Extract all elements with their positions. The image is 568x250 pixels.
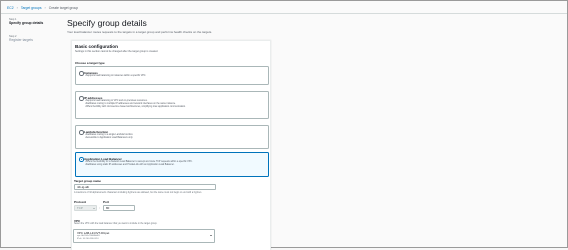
radio-instances[interactable] bbox=[79, 71, 84, 76]
port-label: Port bbox=[103, 200, 109, 204]
page-description: Your load balancer routes requests to th… bbox=[67, 30, 213, 34]
vpc-select[interactable]: VPC LAB-LZ-DVT-DUpet vpc-0b21f4c7966f8d0… bbox=[73, 229, 215, 243]
protocol-select: TCP bbox=[74, 205, 97, 211]
step-title: Specify group details bbox=[9, 21, 44, 26]
breadcrumb-separator: › bbox=[44, 6, 46, 10]
option-bullet: Offers flexibility with microservice bas… bbox=[85, 106, 186, 109]
panel-title: Basic configuration bbox=[75, 44, 118, 49]
page-title: Specify group details bbox=[67, 18, 147, 28]
target-type-lambda-function[interactable]: Lambda function Facilitates routing to a… bbox=[75, 125, 269, 149]
app-frame: EC2 › Target groups › Create target grou… bbox=[0, 0, 568, 250]
option-bullet: Supports load balancing to instances wit… bbox=[85, 75, 146, 78]
breadcrumb-current: Create target group bbox=[48, 6, 79, 10]
option-bullets: Facilitates routing to a single Lambda f… bbox=[85, 134, 133, 140]
option-bullet: Facilitates using static IP addresses an… bbox=[85, 164, 193, 167]
header-divider bbox=[1, 13, 567, 14]
target-type-label: Choose a target type bbox=[75, 61, 105, 65]
vpc-hint: Select the VPC with the load balancer th… bbox=[74, 223, 158, 225]
target-group-name-hint: A maximum of 32 alphanumeric characters … bbox=[74, 192, 202, 194]
chevron-down-icon bbox=[210, 235, 212, 236]
radio-lambda-function[interactable] bbox=[79, 130, 84, 135]
vpc-cidr: IPv4: 10.200.186.0/24 bbox=[77, 238, 99, 240]
step-1[interactable]: Step 1 Specify group details bbox=[9, 18, 43, 25]
step-2[interactable]: Step 2 Register targets bbox=[9, 35, 33, 42]
step-title: Register targets bbox=[9, 38, 33, 43]
wizard-steps: Step 1 Specify group details Step 2 Regi… bbox=[1, 14, 59, 247]
target-type-ip-addresses[interactable]: IP addresses Supports load balancing to … bbox=[75, 91, 269, 119]
breadcrumb-separator: › bbox=[16, 6, 18, 10]
breadcrumb-target-groups[interactable]: Target groups bbox=[21, 6, 42, 10]
radio-application-load-balancer[interactable] bbox=[79, 157, 84, 162]
vpc-id: vpc-0b21f4c7966f8d01f bbox=[77, 235, 100, 237]
chevron-down-icon bbox=[92, 207, 95, 209]
option-bullets: Supports load balancing to instances wit… bbox=[85, 75, 146, 78]
radio-ip-addresses[interactable] bbox=[79, 96, 84, 101]
panel-note: Settings in this section cannot be chang… bbox=[75, 50, 159, 53]
breadcrumb-ec2[interactable]: EC2 bbox=[7, 6, 14, 10]
option-bullets: Supports load balancing to VPC and on-pr… bbox=[85, 100, 186, 109]
protocol-value: TCP bbox=[77, 206, 83, 210]
port-input[interactable]: 80 bbox=[103, 205, 135, 211]
target-group-name-label: Target group name bbox=[74, 179, 101, 183]
target-group-name-input[interactable]: nlb-tg-alb bbox=[74, 184, 216, 190]
target-type-instances[interactable]: Instances Supports load balancing to ins… bbox=[75, 66, 269, 85]
protocol-port-separator: : bbox=[99, 206, 100, 210]
option-bullet: Accessible to Application Load Balancers… bbox=[85, 137, 133, 140]
target-type-application-load-balancer[interactable]: Application Load Balancer Offers the fle… bbox=[75, 152, 269, 177]
basic-configuration-panel: Basic configuration Settings in this sec… bbox=[71, 40, 271, 250]
breadcrumb: EC2 › Target groups › Create target grou… bbox=[7, 4, 78, 12]
option-bullets: Offers the flexibility for a Network Loa… bbox=[85, 161, 193, 167]
protocol-label: Protocol bbox=[74, 200, 87, 204]
